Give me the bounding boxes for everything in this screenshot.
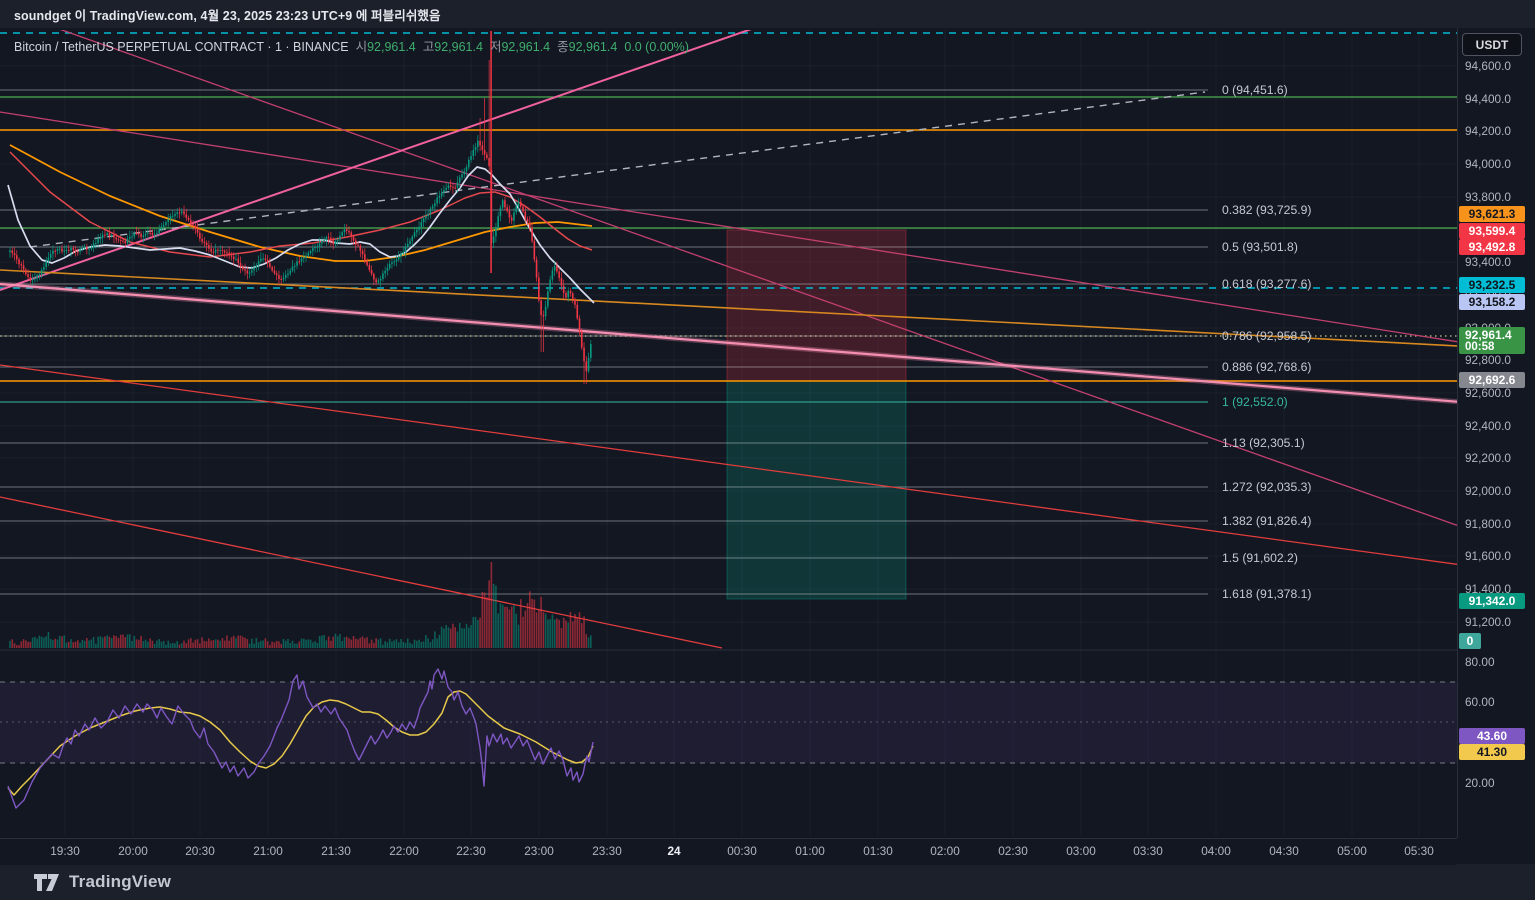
time-tick: 20:00: [118, 844, 148, 858]
price-tick: 93,800.0: [1465, 190, 1511, 204]
currency-toggle-button[interactable]: USDT: [1462, 33, 1522, 56]
ohlc-value: 92,961.4: [501, 40, 551, 54]
price-badge: 41.30: [1459, 743, 1525, 760]
ohlc-value: 92,961.4: [367, 40, 416, 54]
time-tick: 05:00: [1337, 844, 1367, 858]
price-badge: 93,232.5: [1459, 276, 1525, 293]
price-tick: 94,600.0: [1465, 59, 1511, 73]
tradingview-logo-icon: [34, 873, 59, 891]
price-badge: 91,342.0: [1459, 592, 1525, 609]
fib-level-label[interactable]: 1.618 (91,378.1): [1222, 587, 1311, 601]
fib-level-label[interactable]: 1.13 (92,305.1): [1222, 436, 1305, 450]
time-tick: 02:00: [930, 844, 960, 858]
symbol-title[interactable]: Bitcoin / TetherUS PERPETUAL CONTRACT · …: [14, 40, 349, 54]
fib-level-label[interactable]: 0.786 (92,958.5): [1222, 329, 1311, 343]
price-badge: 0: [1459, 632, 1481, 649]
price-tick: 91,600.0: [1465, 549, 1511, 563]
ohlc-label: 시: [355, 40, 368, 54]
ohlc-value: 92,961.4: [568, 40, 618, 54]
time-tick: 23:00: [524, 844, 554, 858]
footer-bar: TradingView: [0, 864, 1535, 900]
price-badge: 92,961.4 00:58: [1459, 326, 1525, 354]
price-tick: 60.00: [1465, 695, 1495, 709]
time-tick: 02:30: [998, 844, 1028, 858]
fib-level-label[interactable]: 1.272 (92,035.3): [1222, 480, 1311, 494]
fib-level-label[interactable]: 0.618 (93,277.6): [1222, 277, 1311, 291]
time-tick: 24: [667, 844, 681, 858]
ohlc-legend: Bitcoin / TetherUS PERPETUAL CONTRACT · …: [14, 36, 689, 55]
price-tick: 94,200.0: [1465, 124, 1511, 138]
price-tick: 80.00: [1465, 655, 1495, 669]
price-badge: 93,621.3: [1459, 205, 1525, 222]
price-tick: 91,800.0: [1465, 517, 1511, 531]
time-tick: 19:30: [50, 844, 80, 858]
ohlc-label: 고: [422, 40, 435, 54]
fib-level-label[interactable]: 0 (94,451.6): [1222, 83, 1288, 97]
chart-canvas[interactable]: [0, 28, 1535, 864]
change-value: 0.0 (0.00%): [624, 40, 689, 54]
price-tick: 20.00: [1465, 776, 1495, 790]
time-tick: 21:00: [253, 844, 283, 858]
ohlc-label: 저: [489, 40, 502, 54]
time-tick: 03:00: [1066, 844, 1096, 858]
price-tick: 92,600.0: [1465, 386, 1511, 400]
time-tick: 04:30: [1269, 844, 1299, 858]
publish-text: soundget 이 TradingView.com, 4월 23, 2025 …: [14, 8, 441, 23]
price-tick: 94,000.0: [1465, 157, 1511, 171]
time-tick: 05:30: [1404, 844, 1434, 858]
time-tick: 21:30: [321, 844, 351, 858]
price-badge: 92,692.6: [1459, 371, 1525, 388]
price-tick: 91,200.0: [1465, 615, 1511, 629]
time-tick: 03:30: [1133, 844, 1163, 858]
fib-level-label[interactable]: 1 (92,552.0): [1222, 395, 1288, 409]
time-tick: 01:00: [795, 844, 825, 858]
time-tick: 23:30: [592, 844, 622, 858]
price-tick: 92,400.0: [1465, 419, 1511, 433]
price-tick: 92,000.0: [1465, 484, 1511, 498]
price-tick: 94,400.0: [1465, 92, 1511, 106]
ohlc-values: 시92,961.4 고92,961.4 저92,961.4 종92,961.4: [349, 40, 618, 54]
tradingview-logo-text[interactable]: TradingView: [69, 872, 171, 892]
time-tick: 22:30: [456, 844, 486, 858]
price-tick: 93,400.0: [1465, 255, 1511, 269]
price-badge: 93,492.8: [1459, 238, 1525, 255]
price-tick: 92,800.0: [1465, 353, 1511, 367]
time-tick: 20:30: [185, 844, 215, 858]
price-axis[interactable]: USDT 94,600.0 94,400.0 94,200.0 94,000.0 93,…: [1457, 28, 1535, 838]
fib-level-label[interactable]: 1.5 (91,602.2): [1222, 551, 1298, 565]
ohlc-label: 종: [557, 40, 569, 54]
publish-bar: soundget 이 TradingView.com, 4월 23, 2025 …: [0, 0, 1535, 28]
time-axis[interactable]: 19:30 20:00 20:30 21:00 21:30 22:00 22:30 23:00…: [0, 838, 1457, 865]
time-tick: 22:00: [389, 844, 419, 858]
fib-level-label[interactable]: 0.382 (93,725.9): [1222, 203, 1311, 217]
time-tick: 01:30: [863, 844, 893, 858]
fib-level-label[interactable]: 0.5 (93,501.8): [1222, 240, 1298, 254]
time-tick: 04:00: [1201, 844, 1231, 858]
price-badge: 93,158.2: [1459, 293, 1525, 310]
price-badge: 43.60: [1459, 727, 1525, 744]
price-tick: 92,200.0: [1465, 451, 1511, 465]
fib-level-label[interactable]: 0.886 (92,768.6): [1222, 360, 1311, 374]
tradingview-screenshot: soundget 이 TradingView.com, 4월 23, 2025 …: [0, 0, 1535, 900]
price-badge: 93,599.4: [1459, 222, 1525, 239]
ohlc-value: 92,961.4: [434, 40, 483, 54]
time-tick: 00:30: [727, 844, 757, 858]
fib-level-label[interactable]: 1.382 (91,826.4): [1222, 514, 1311, 528]
